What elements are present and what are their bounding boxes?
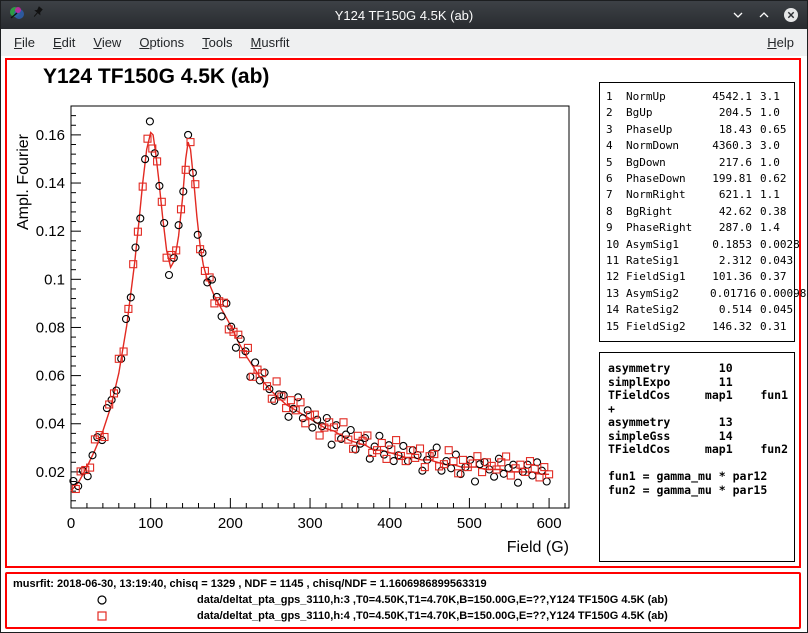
square-marker-icon xyxy=(7,609,197,623)
theory-line: TFieldCos map1 fun2 xyxy=(608,443,794,457)
menu-item-view[interactable]: View xyxy=(84,31,130,54)
svg-text:0: 0 xyxy=(67,515,75,532)
param-row: 7NormRight621.11.1 xyxy=(606,187,792,203)
root-canvas[interactable]: Y124 TF150G 4.5K (ab) 0 100 200 300 400 500 60… xyxy=(5,58,801,568)
theory-line: + xyxy=(608,403,794,417)
menubar-right: Help xyxy=(758,31,803,54)
theory-line: fun1 = gamma_mu * par12 xyxy=(608,470,794,484)
param-row: 15FieldSig2146.320.31 xyxy=(606,319,792,335)
svg-text:0.14: 0.14 xyxy=(36,175,65,192)
menu-item-help[interactable]: Help xyxy=(758,31,803,54)
param-row: 2BgUp204.51.0 xyxy=(606,105,792,121)
param-row: 1NormUp4542.13.1 xyxy=(606,89,792,105)
titlebar[interactable]: Y124 TF150G 4.5K (ab) xyxy=(1,1,807,29)
svg-text:0.16: 0.16 xyxy=(36,127,65,144)
svg-text:600: 600 xyxy=(537,515,562,532)
svg-text:0.02: 0.02 xyxy=(36,464,65,481)
svg-text:0.12: 0.12 xyxy=(36,223,65,240)
theory-line xyxy=(608,457,794,471)
svg-text:100: 100 xyxy=(138,515,163,532)
main-area: Y124 TF150G 4.5K (ab) 0 100 200 300 400 500 60… xyxy=(1,56,807,632)
param-row: 5BgDown217.61.0 xyxy=(606,155,792,171)
param-row: 13AsymSig20.017160.00098 xyxy=(606,286,792,302)
svg-text:200: 200 xyxy=(218,515,243,532)
menu-item-edit[interactable]: Edit xyxy=(44,31,84,54)
legend-label: data/deltat_pta_gps_3110,h:3 ,T0=4.50K,T… xyxy=(197,594,668,606)
legend-entries: data/deltat_pta_gps_3110,h:3 ,T0=4.50K,T… xyxy=(7,592,799,624)
theory-line: TFieldCos map1 fun1 xyxy=(608,389,794,403)
svg-text:0.06: 0.06 xyxy=(36,368,65,385)
plot-title: Y124 TF150G 4.5K (ab) xyxy=(43,65,269,89)
maximize-button[interactable] xyxy=(757,8,771,22)
param-row: 6PhaseDown199.810.62 xyxy=(606,171,792,187)
close-button[interactable] xyxy=(783,7,799,23)
parameter-box: 1NormUp4542.13.12BgUp204.51.03PhaseUp18.… xyxy=(599,82,795,342)
svg-text:0.08: 0.08 xyxy=(36,319,65,336)
fit-info: musrfit: 2018-06-30, 13:19:40, chisq = 1… xyxy=(7,574,799,592)
theory-line: simplExpo 11 xyxy=(608,376,794,390)
minimize-button[interactable] xyxy=(731,8,745,22)
y-axis-title: Ampl. Fourier xyxy=(15,133,32,230)
theory-line: asymmetry 10 xyxy=(608,362,794,376)
x-axis-title: Field (G) xyxy=(507,539,569,556)
menu-item-file[interactable]: File xyxy=(5,31,44,54)
pin-icon xyxy=(32,6,45,24)
param-row: 8BgRight42.620.38 xyxy=(606,204,792,220)
theory-line: simpleGss 14 xyxy=(608,430,794,444)
app-icon xyxy=(9,5,25,26)
legend-entry: data/deltat_pta_gps_3110,h:4 ,T0=4.50K,T… xyxy=(7,608,799,624)
param-row: 12FieldSig1101.360.37 xyxy=(606,269,792,285)
param-row: 3PhaseUp18.430.65 xyxy=(606,122,792,138)
menu-item-musrfit[interactable]: Musrfit xyxy=(242,31,299,54)
menubar: FileEditViewOptionsToolsMusrfit Help xyxy=(1,29,807,56)
theory-line: fun2 = gamma_mu * par15 xyxy=(608,484,794,498)
circle-marker-icon xyxy=(7,593,197,607)
legend-entry: data/deltat_pta_gps_3110,h:3 ,T0=4.50K,T… xyxy=(7,592,799,608)
menubar-left: FileEditViewOptionsToolsMusrfit xyxy=(5,31,299,54)
param-row: 11RateSig12.3120.043 xyxy=(606,253,792,269)
svg-text:0.04: 0.04 xyxy=(36,416,65,433)
legend-panel: musrfit: 2018-06-30, 13:19:40, chisq = 1… xyxy=(5,572,801,629)
window-title: Y124 TF150G 4.5K (ab) xyxy=(89,8,719,23)
svg-text:0.1: 0.1 xyxy=(44,271,65,288)
param-row: 4NormDown4360.33.0 xyxy=(606,138,792,154)
menu-item-options[interactable]: Options xyxy=(130,31,193,54)
app-window: Y124 TF150G 4.5K (ab) FileEditViewOption… xyxy=(0,0,808,633)
legend-label: data/deltat_pta_gps_3110,h:4 ,T0=4.50K,T… xyxy=(197,610,668,622)
param-row: 9PhaseRight287.01.4 xyxy=(606,220,792,236)
fourier-plot[interactable]: 0 100 200 300 400 500 600 Field (G) 0.02 0.04 0.06… xyxy=(13,98,593,560)
svg-text:300: 300 xyxy=(298,515,323,532)
menu-item-tools[interactable]: Tools xyxy=(193,31,241,54)
param-row: 10AsymSig10.18530.0028 xyxy=(606,237,792,253)
svg-text:400: 400 xyxy=(377,515,402,532)
svg-text:500: 500 xyxy=(457,515,482,532)
theory-line: asymmetry 13 xyxy=(608,416,794,430)
param-row: 14RateSig20.5140.045 xyxy=(606,302,792,318)
theory-box: asymmetry 10simplExpo 11TFieldCos map1 f… xyxy=(599,352,795,562)
